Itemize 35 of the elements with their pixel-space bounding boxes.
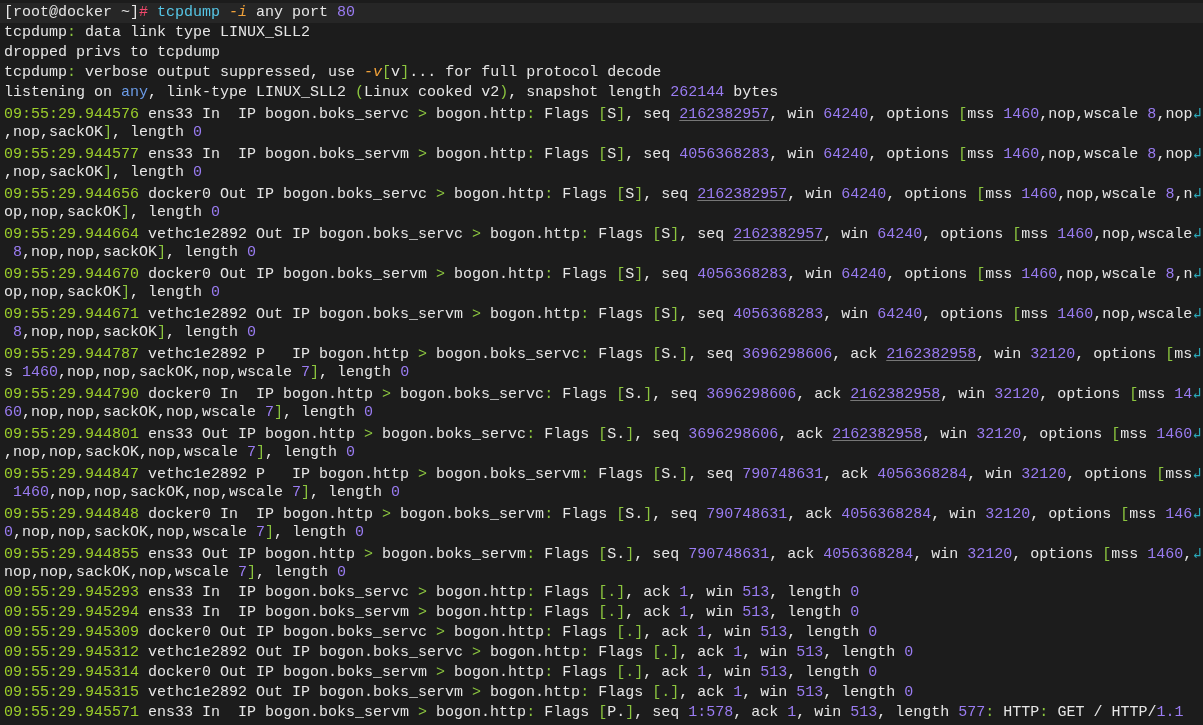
terminal-line: 60,nop,nop,sackOK,nop,wscale 7], length 0 xyxy=(4,403,374,423)
terminal-line: ,nop,sackOK], length 0 xyxy=(4,163,203,183)
terminal-line: 09:55:29.945312 vethc1e2892 Out IP bogon.boks_servc > bogon.http: Flags [.], ack 1, win 513, length 0 xyxy=(4,643,914,663)
terminal-line: 09:55:29.945315 vethc1e2892 Out IP bogon.boks_servm > bogon.http: Flags [.], ack 1, win 513, length 0 xyxy=(4,683,914,703)
terminal-line: 09:55:29.944664 vethc1e2892 Out IP bogon.boks_servc > bogon.http: Flags [S], seq 2162382957, win 64240, options [mss 1460,nop,wscale↲ xyxy=(4,223,1202,243)
terminal-line: 8,nop,nop,sackOK], length 0 xyxy=(12,243,257,263)
terminal-line: dropped privs to tcpdump xyxy=(4,43,221,63)
terminal-line: 09:55:29.945314 docker0 Out IP bogon.boks_servm > bogon.http: Flags [.], ack 1, win 513, length 0 xyxy=(4,663,878,683)
terminal-line: ,nop,sackOK], length 0 xyxy=(4,123,203,143)
terminal-line: 8,nop,nop,sackOK], length 0 xyxy=(12,323,257,343)
terminal-line: nop,nop,sackOK,nop,wscale 7], length 0 xyxy=(4,563,347,583)
terminal-line: 09:55:29.944847 vethc1e2892 P IP bogon.http > bogon.boks_servm: Flags [S.], seq 790748631, ack 4056368284, win 32120, options [mss↲ xyxy=(4,463,1202,483)
terminal-line: 09:55:29.945571 ens33 In IP bogon.boks_servm > bogon.http: Flags [P.], seq 1:578, ack 1, win 513, length 577: HTTP: GET / HTTP/1.1 xyxy=(4,703,1184,723)
terminal-line: 09:55:29.945309 docker0 Out IP bogon.boks_servc > bogon.http: Flags [.], ack 1, win 513, length 0 xyxy=(4,623,878,643)
terminal-line: 09:55:29.944855 ens33 Out IP bogon.http > bogon.boks_servm: Flags [S.], seq 790748631, ack 4056368284, win 32120, options [mss 1460,↲ xyxy=(4,543,1202,563)
terminal-line: 09:55:29.944577 ens33 In IP bogon.boks_servm > bogon.http: Flags [S], seq 4056368283, win 64240, options [mss 1460,nop,wscale 8,nop↲ xyxy=(4,143,1202,163)
terminal-line: 09:55:29.944576 ens33 In IP bogon.boks_servc > bogon.http: Flags [S], seq 2162382957, win 64240, options [mss 1460,nop,wscale 8,nop↲ xyxy=(4,103,1202,123)
terminal-line: 09:55:29.944671 vethc1e2892 Out IP bogon.boks_servm > bogon.http: Flags [S], seq 4056368283, win 64240, options [mss 1460,nop,wscale↲ xyxy=(4,303,1202,323)
terminal-line: 09:55:29.944787 vethc1e2892 P IP bogon.http > bogon.boks_servc: Flags [S.], seq 3696298606, ack 2162382958, win 32120, options [ms↲ xyxy=(4,343,1202,363)
terminal-line: 09:55:29.944848 docker0 In IP bogon.http > bogon.boks_servm: Flags [S.], seq 790748631, ack 4056368284, win 32120, options [mss 146↲ xyxy=(4,503,1202,523)
terminal-line: tcpdump: data link type LINUX_SLL2 xyxy=(4,23,311,43)
terminal-line: 09:55:29.944656 docker0 Out IP bogon.boks_servc > bogon.http: Flags [S], seq 2162382957, win 64240, options [mss 1460,nop,wscale 8,n↲ xyxy=(4,183,1202,203)
terminal-line: 09:55:29.944801 ens33 Out IP bogon.http > bogon.boks_servc: Flags [S.], seq 3696298606, ack 2162382958, win 32120, options [mss 1460↲ xyxy=(4,423,1202,443)
terminal-line: 09:55:29.944670 docker0 Out IP bogon.boks_servm > bogon.http: Flags [S], seq 4056368283, win 64240, options [mss 1460,nop,wscale 8,n↲ xyxy=(4,263,1202,283)
terminal-line: op,nop,sackOK], length 0 xyxy=(4,283,221,303)
terminal-line: op,nop,sackOK], length 0 xyxy=(4,203,221,223)
terminal-line: ,nop,nop,sackOK,nop,wscale 7], length 0 xyxy=(4,443,356,463)
terminal-line: tcpdump: verbose output suppressed, use -v[v]... for full protocol decode xyxy=(4,63,662,83)
terminal-line: 1460,nop,nop,sackOK,nop,wscale 7], length 0 xyxy=(12,483,401,503)
terminal-line: 0,nop,nop,sackOK,nop,wscale 7], length 0 xyxy=(4,523,365,543)
terminal-line: 09:55:29.945294 ens33 In IP bogon.boks_servm > bogon.http: Flags [.], ack 1, win 513, length 0 xyxy=(4,603,860,623)
terminal-line: s 1460,nop,nop,sackOK,nop,wscale 7], length 0 xyxy=(4,363,410,383)
terminal-line: 09:55:29.945293 ens33 In IP bogon.boks_servc > bogon.http: Flags [.], ack 1, win 513, length 0 xyxy=(4,583,860,603)
terminal-line: 09:55:29.944790 docker0 In IP bogon.http > bogon.boks_servc: Flags [S.], seq 3696298606, ack 2162382958, win 32120, options [mss 14↲ xyxy=(4,383,1202,403)
terminal-line: listening on any, link-type LINUX_SLL2 (Linux cooked v2), snapshot length 262144 bytes xyxy=(4,83,779,103)
